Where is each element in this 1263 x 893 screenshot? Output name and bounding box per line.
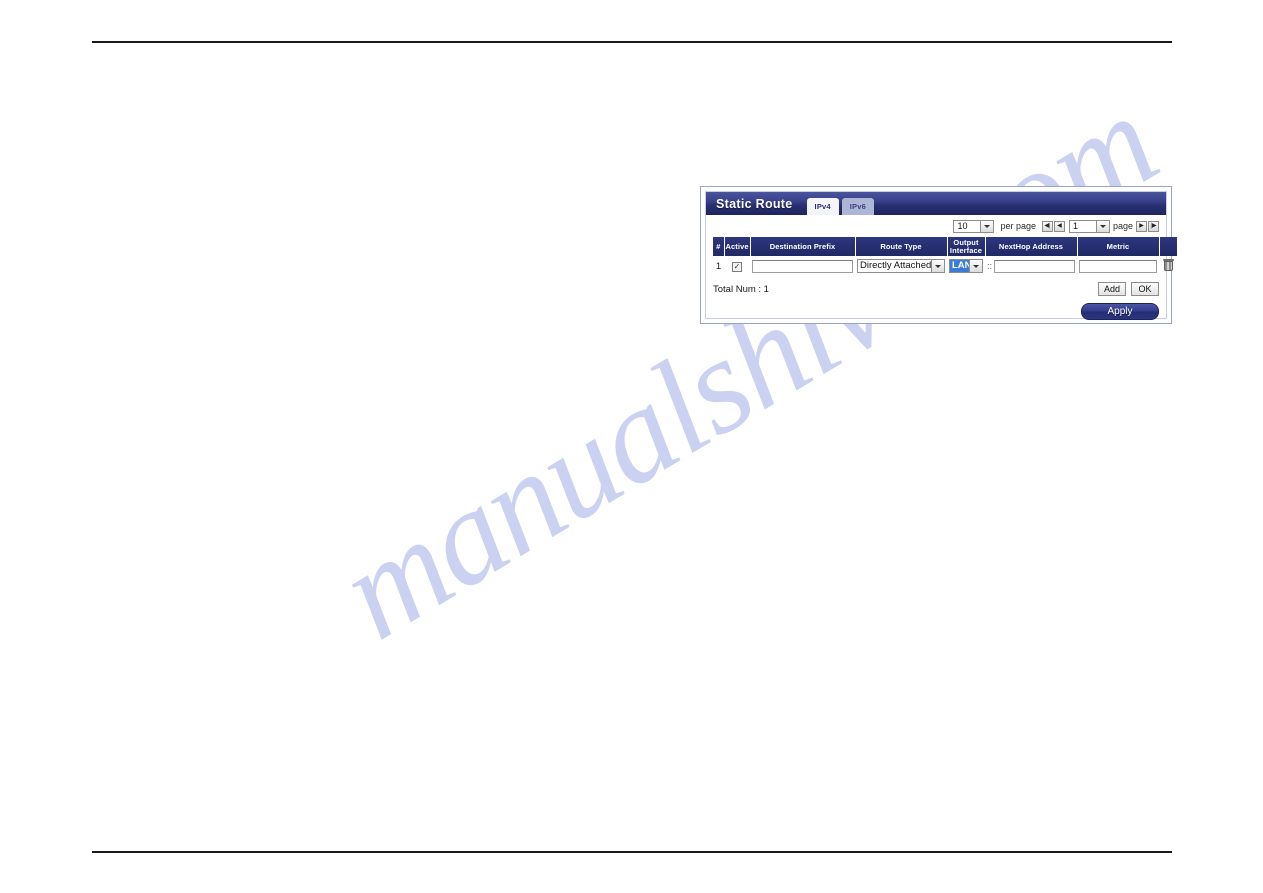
row-metric-cell [1077,256,1159,276]
table-footer: Total Num : 1 Add OK [713,280,1159,298]
active-checkbox[interactable]: ✓ [732,261,742,272]
row-actions-cell [1159,256,1177,276]
static-route-panel: Static Route IPv4 IPv6 10 per page ◀| ◀ … [700,186,1177,324]
page-header-rule [92,41,1172,43]
chevron-down-icon[interactable] [1095,220,1109,232]
page-label: page [1112,221,1133,231]
column-header-output-interface: Output Interface [947,237,986,256]
chevron-down-icon[interactable] [969,260,982,272]
column-header-route-type: Route Type [855,237,948,256]
per-page-label: per page [1000,221,1036,231]
apply-button[interactable]: Apply [1081,303,1159,320]
tab-ipv4[interactable]: IPv4 [806,198,839,215]
tab-ipv6[interactable]: IPv6 [841,198,874,215]
tab-list: IPv4 IPv6 [806,198,874,215]
table-row: 1 ✓ Directly Attached LAN:: [713,256,1177,276]
column-header-index: # [713,237,725,256]
pagination-bar: 10 per page ◀| ◀ 1 page ▶ |▶ [706,215,1166,237]
column-header-actions [1159,237,1177,256]
row-destination-prefix-cell [750,256,855,276]
route-type-select[interactable]: Directly Attached [857,259,945,273]
chevron-down-icon[interactable] [931,260,944,272]
page-footer-rule [92,851,1172,853]
chevron-down-icon[interactable] [980,220,994,232]
pager-next-group: ▶ |▶ [1136,220,1159,232]
last-page-icon[interactable]: |▶ [1148,220,1159,232]
row-nexthop-cell: :: [985,256,1077,276]
row-action-buttons: Add OK [1097,282,1159,296]
nexthop-address-input[interactable] [994,259,1075,273]
first-page-icon[interactable]: ◀| [1041,220,1053,232]
previous-page-icon[interactable]: ◀ [1053,220,1065,232]
page-title: Static Route [716,197,793,211]
static-route-table: # Active Destination Prefix Route Type O… [713,237,1177,276]
pager-prev-group: ◀| ◀ [1041,220,1065,232]
row-index: 1 [715,260,722,272]
metric-input[interactable] [1079,259,1157,273]
page-number-select[interactable]: 1 [1068,219,1110,233]
total-count-label: Total Num : 1 [713,283,769,295]
table-header-row: # Active Destination Prefix Route Type O… [713,237,1177,256]
column-header-destination-prefix: Destination Prefix [750,237,856,256]
panel-title-bar: Static Route IPv4 IPv6 [706,192,1166,215]
column-header-nexthop-address: NextHop Address [985,237,1078,256]
row-route-type-cell: Directly Attached [855,256,947,276]
panel-inner: Static Route IPv4 IPv6 10 per page ◀| ◀ … [705,191,1177,320]
column-header-metric: Metric [1077,237,1160,256]
trash-icon[interactable] [1162,258,1174,271]
nexthop-prefix-label: :: [987,260,993,271]
ok-button[interactable]: OK [1131,282,1159,296]
apply-row: Apply [1081,303,1159,320]
row-output-interface-cell: LAN [947,256,985,276]
row-active-cell: ✓ [724,256,750,276]
page-number-value: 1 [1072,220,1078,231]
per-page-select[interactable]: 10 [953,219,995,233]
column-header-active: Active [724,237,751,256]
per-page-value: 10 [957,220,968,231]
add-button[interactable]: Add [1097,282,1126,296]
output-interface-select[interactable]: LAN [949,259,983,273]
next-page-icon[interactable]: ▶ [1136,220,1147,232]
output-interface-value: LAN [950,260,969,272]
destination-prefix-input[interactable] [752,259,853,273]
route-type-value: Directly Attached [860,260,931,271]
